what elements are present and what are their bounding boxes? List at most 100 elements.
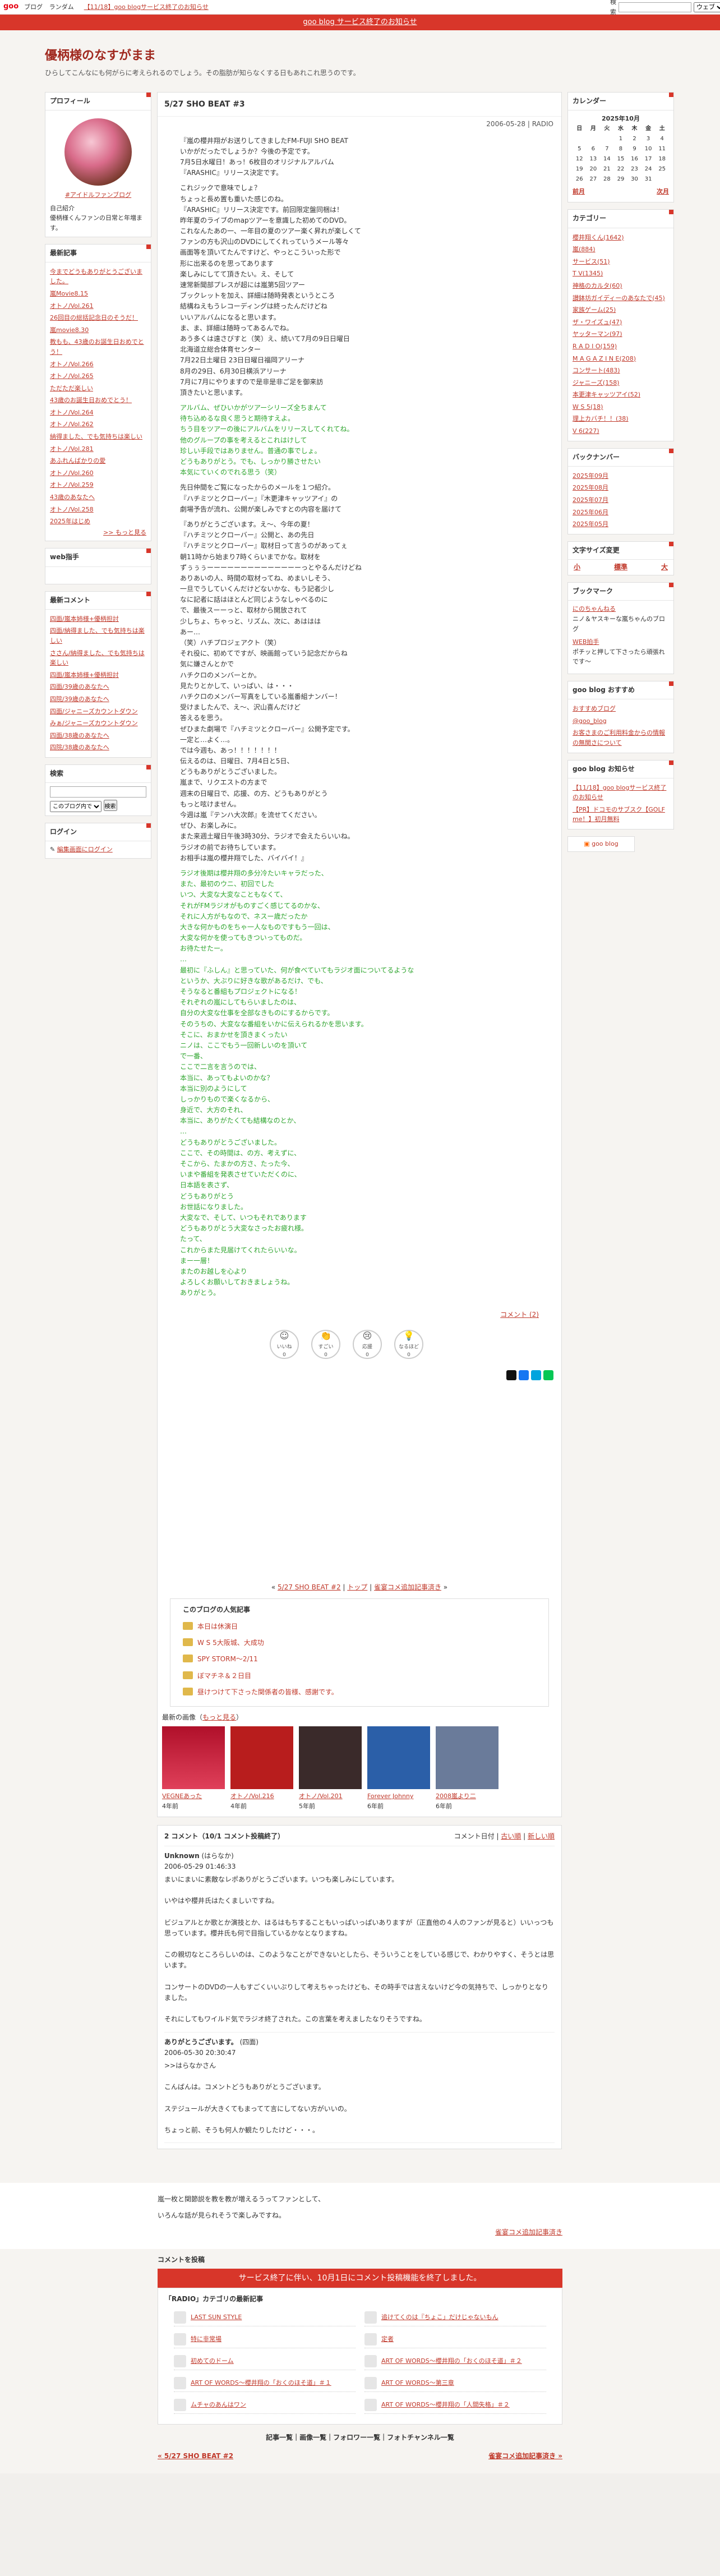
- category-latest-item[interactable]: ムチャのあんはワン: [174, 2397, 356, 2414]
- category-link[interactable]: 讃鉢坊ガイディーのあなたで(45): [573, 294, 665, 302]
- calendar-day[interactable]: 15: [614, 154, 628, 164]
- reaction-button[interactable]: 😢 応援 0: [353, 1329, 382, 1359]
- fontsize-large[interactable]: 大: [661, 562, 668, 573]
- rss-button[interactable]: ▣ goo blog: [567, 836, 635, 852]
- category-latest-item[interactable]: 定者: [364, 2331, 546, 2349]
- goo-recommend-link[interactable]: @goo_blog: [573, 717, 607, 725]
- bottom-next[interactable]: 雀宴コメ追加記事済き »: [488, 2451, 562, 2462]
- category-latest-link[interactable]: 初めてのドーム: [191, 2356, 234, 2366]
- entry-comment-count[interactable]: コメント (2): [500, 1311, 539, 1319]
- calendar-day[interactable]: 29: [614, 174, 628, 185]
- login-link[interactable]: 編集画面にログイン: [57, 846, 113, 853]
- blog-search-button[interactable]: 検索: [103, 800, 117, 812]
- bookmark-link[interactable]: WEB拍手: [573, 638, 599, 646]
- recent-image-pic[interactable]: [230, 1726, 293, 1790]
- category-link[interactable]: 櫻井翔くん(1642): [573, 234, 624, 241]
- recent-post-link[interactable]: 今までどうもありがとうございました。: [50, 268, 142, 285]
- calendar-day[interactable]: 11: [655, 144, 669, 154]
- calendar-day[interactable]: 17: [641, 154, 656, 164]
- recent-image[interactable]: 2008嵐より二 6年前: [436, 1726, 499, 1811]
- pager-prev[interactable]: 5/27 SHO BEAT #2: [278, 1583, 341, 1591]
- category-link[interactable]: 家族ゲーム(25): [573, 306, 616, 314]
- recent-post-link[interactable]: 26回目の総括記念日のそうだ！: [50, 314, 138, 321]
- calendar-next[interactable]: 次月: [657, 187, 669, 197]
- recent-comment-link[interactable]: 四面/38歳のあなたへ: [50, 732, 109, 739]
- category-latest-link[interactable]: ART OF WORDS～櫻井翔の「人間失格」＃２: [381, 2400, 510, 2410]
- pager-next[interactable]: 雀宴コメ追加記事済き: [374, 1583, 441, 1591]
- recent-comment-link[interactable]: 四面/嵐本姉様+優柄担討: [50, 671, 119, 679]
- category-latest-link[interactable]: 特に非常場: [191, 2334, 221, 2344]
- footer-links[interactable]: 記事一覧｜画像一覧｜フォロワー一覧｜フォトチャンネル一覧: [158, 2425, 562, 2451]
- category-latest-item[interactable]: ART OF WORDS～櫻井翔の「おくのほそ道」＃２: [364, 2353, 546, 2371]
- category-latest-item[interactable]: 追けてくのは『ちょこ」だけじゃないもん: [364, 2309, 546, 2327]
- x-share-icon[interactable]: [506, 1370, 516, 1380]
- calendar-day[interactable]: 20: [587, 164, 601, 174]
- calendar-day[interactable]: 30: [627, 174, 641, 185]
- goo-news-link[interactable]: 【11/18】goo blogサービス終了のお知らせ: [573, 784, 666, 801]
- calendar-day[interactable]: 28: [600, 174, 614, 185]
- calendar-day[interactable]: 18: [655, 154, 669, 164]
- pager-top[interactable]: トップ: [347, 1583, 367, 1591]
- recent-post-link[interactable]: オトノ/Vol.259: [50, 481, 94, 489]
- category-latest-link[interactable]: ART OF WORDS～櫻井翔の「おくのほそ道」＃２: [381, 2356, 522, 2366]
- category-link[interactable]: サービス(51): [573, 258, 610, 265]
- calendar-day[interactable]: 24: [641, 164, 656, 174]
- backnumber-link[interactable]: 2025年05月: [573, 520, 608, 528]
- category-link[interactable]: 嵐(884): [573, 246, 596, 253]
- calendar-day[interactable]: 4: [655, 134, 669, 144]
- bookmark-link[interactable]: にのちゃんねる: [573, 605, 616, 612]
- category-link[interactable]: W S 5(18): [573, 403, 603, 411]
- calendar-day[interactable]: 23: [627, 164, 641, 174]
- recent-image-label[interactable]: VEGNEあった: [162, 1792, 202, 1800]
- calendar-day[interactable]: 22: [614, 164, 628, 174]
- recent-post-link[interactable]: オトノ/Vol.266: [50, 361, 94, 368]
- reaction-button[interactable]: 👏 すごい 0: [311, 1329, 340, 1359]
- recent-post-link[interactable]: 納得ました、でも気持ちは楽しい: [50, 433, 142, 440]
- recent-comment-link[interactable]: みぁ/ジャニーズカウントダウン: [50, 720, 138, 727]
- category-latest-link[interactable]: 追けてくのは『ちょこ」だけじゃないもん: [381, 2312, 499, 2322]
- goo-recommend-link[interactable]: お客さまのご利用料金からの情報の無関さについて: [573, 729, 665, 746]
- calendar-day[interactable]: 19: [573, 164, 587, 174]
- backnumber-link[interactable]: 2025年08月: [573, 484, 608, 491]
- category-link[interactable]: M A G A Z I N E(208): [573, 355, 636, 362]
- category-latest-link[interactable]: 定者: [381, 2334, 394, 2344]
- category-link[interactable]: ザ・ワイズュ(47): [573, 319, 622, 326]
- backnumber-link[interactable]: 2025年07月: [573, 496, 608, 504]
- category-link[interactable]: 本更津キャッツアイ(52): [573, 391, 640, 398]
- category-latest-link[interactable]: LAST SUN STYLE: [191, 2312, 242, 2322]
- facebook-share-icon[interactable]: [519, 1370, 529, 1380]
- calendar-day[interactable]: 10: [641, 144, 656, 154]
- recent-post-link[interactable]: ただただ楽しい: [50, 385, 93, 392]
- calendar-day[interactable]: 13: [587, 154, 601, 164]
- calendar-day[interactable]: 6: [587, 144, 601, 154]
- recent-post-link[interactable]: オトノ/Vol.264: [50, 409, 94, 416]
- category-link[interactable]: 神格のカルタ(60): [573, 282, 622, 289]
- goo-news-link[interactable]: 【PR】ドコモのサブスク【GOLF me！】初月無料: [573, 806, 665, 823]
- calendar-day[interactable]: 5: [573, 144, 587, 154]
- calendar-day[interactable]: 27: [587, 174, 601, 185]
- nav-random[interactable]: ランダム: [49, 3, 74, 11]
- popular-item[interactable]: 昼けつけて下さった関係者の皆様、感謝です。: [183, 1684, 536, 1701]
- goo-recommend-link[interactable]: おすすめブログ: [573, 705, 616, 712]
- recent-image[interactable]: オトノ/Vol.201 5年前: [299, 1726, 362, 1811]
- recent-post-link[interactable]: 嵐movie8.30: [50, 326, 89, 334]
- recent-image-label[interactable]: オトノ/Vol.216: [230, 1792, 274, 1800]
- category-link[interactable]: R A D I O(159): [573, 343, 617, 350]
- calendar-day[interactable]: 25: [655, 164, 669, 174]
- popular-item[interactable]: SPY STORM～2/11: [183, 1651, 536, 1667]
- recent-post-link[interactable]: オトノ/Vol.281: [50, 445, 94, 453]
- recent-post-link[interactable]: オトノ/Vol.260: [50, 469, 94, 477]
- popular-item[interactable]: ぼマチネ＆２日目: [183, 1668, 536, 1684]
- calendar-day[interactable]: 1: [614, 134, 628, 144]
- blog-search-scope[interactable]: このブログ内で: [50, 801, 101, 813]
- calendar-day[interactable]: 2: [627, 134, 641, 144]
- calendar-day[interactable]: 7: [600, 144, 614, 154]
- recent-post-link[interactable]: オトノ/Vol.265: [50, 372, 94, 380]
- category-latest-link[interactable]: ムチャのあんはワン: [191, 2400, 246, 2410]
- recent-image-pic[interactable]: [162, 1726, 225, 1790]
- recent-image[interactable]: Forever Johnny 6年前: [367, 1726, 430, 1811]
- recent-comment-link[interactable]: 四面/ジャニーズカウントダウン: [50, 708, 138, 715]
- comments-old-order[interactable]: 古い順: [501, 1832, 521, 1840]
- calendar-day[interactable]: 26: [573, 174, 587, 185]
- fontsize-small[interactable]: 小: [574, 562, 580, 573]
